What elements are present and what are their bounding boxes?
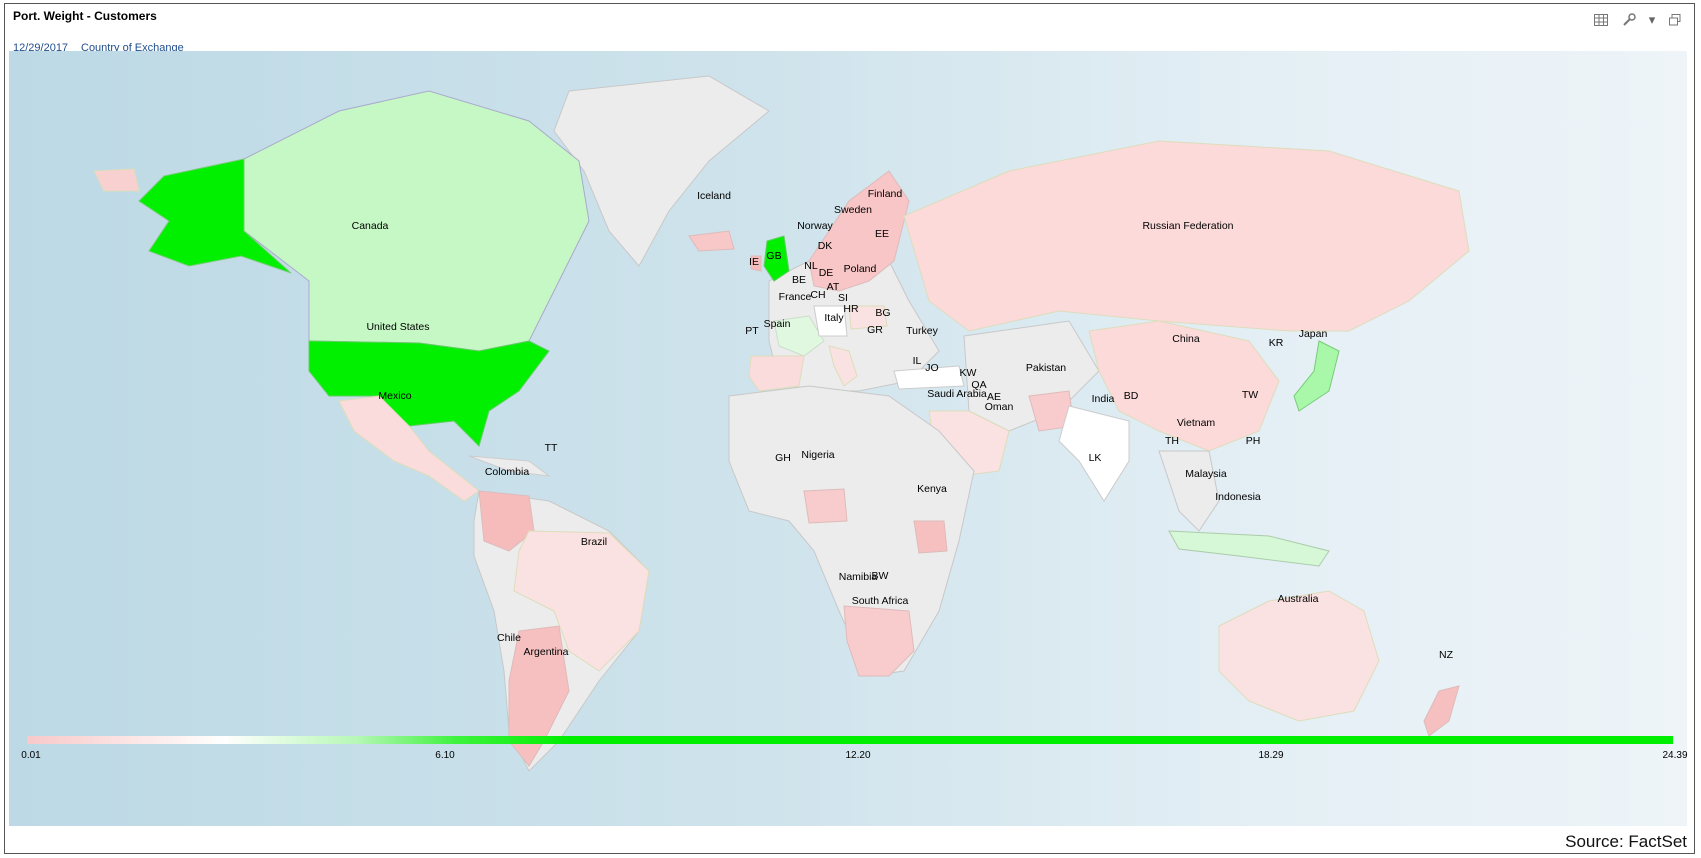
wrench-icon[interactable] — [1620, 12, 1638, 28]
region-aleutians — [93, 168, 140, 192]
region-nigeria — [803, 488, 848, 524]
world-choropleth-map: Canada United States Mexico Colombia TT Brazi… — [9, 51, 1687, 826]
region-southeast-asia — [1158, 450, 1220, 532]
map-shapes — [93, 75, 1470, 772]
window-restore-icon[interactable] — [1666, 12, 1684, 28]
region-canada — [243, 90, 590, 352]
region-greenland — [553, 75, 770, 267]
region-ireland — [750, 255, 762, 272]
region-australia — [1218, 590, 1380, 722]
region-new-zealand — [1423, 685, 1460, 737]
region-poland — [848, 305, 888, 330]
region-kenya — [913, 520, 948, 554]
region-germany — [813, 305, 848, 337]
caret-down-icon[interactable]: ▾ — [1648, 12, 1656, 28]
region-united-states — [308, 340, 550, 447]
region-iberia — [748, 355, 805, 392]
legend-tick: 24.39 — [1662, 750, 1688, 761]
legend-tick: 12.20 — [845, 750, 871, 761]
region-russia — [903, 140, 1470, 332]
panel-title: Port. Weight - Customers — [13, 9, 157, 23]
grid-icon[interactable] — [1592, 12, 1610, 28]
region-japan — [1293, 340, 1340, 412]
color-scale-bar — [27, 736, 1673, 744]
legend-tick: 6.10 — [435, 750, 455, 761]
region-caribbean — [468, 455, 551, 477]
region-iceland — [688, 230, 735, 252]
legend-tick: 18.29 — [1258, 750, 1284, 761]
toolbar: ▾ — [1592, 12, 1684, 28]
region-india — [1058, 405, 1130, 502]
region-argentina — [508, 625, 570, 767]
legend-tick: 0.01 — [21, 750, 41, 761]
region-indonesia — [1168, 530, 1330, 567]
source-note: Source: FactSet — [1565, 832, 1687, 851]
